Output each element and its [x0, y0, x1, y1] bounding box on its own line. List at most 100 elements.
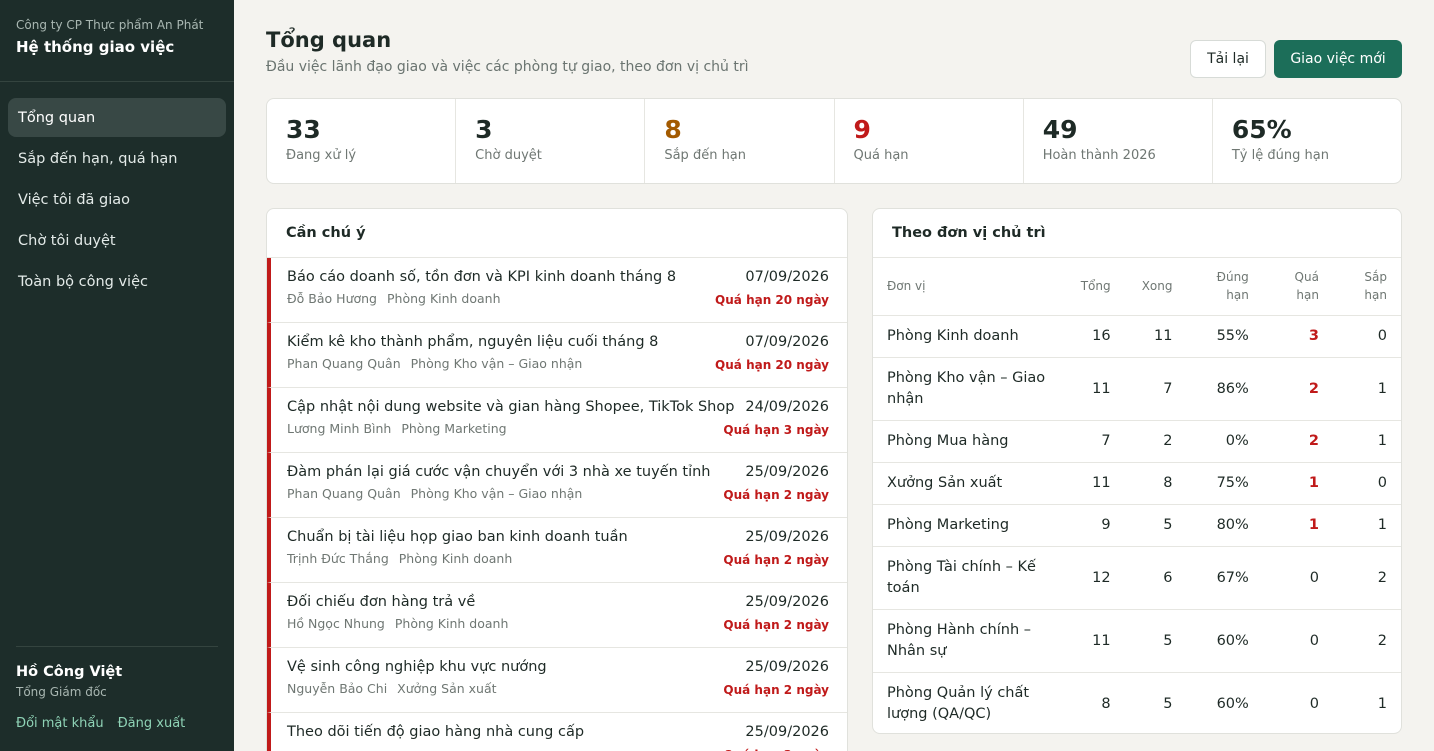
cell-due-soon: 1: [1332, 504, 1401, 547]
cell-overdue: 3: [1262, 315, 1333, 358]
cell-overdue: 0: [1262, 546, 1333, 610]
task-due-date: 25/09/2026: [745, 724, 829, 740]
task-item[interactable]: Chuẩn bị tài liệu họp giao ban kinh doan…: [267, 518, 847, 583]
task-item[interactable]: Vệ sinh công nghiệp khu vực nướng Nguyễn …: [267, 648, 847, 713]
task-assignee: Hồ Ngọc Nhung: [287, 616, 385, 631]
cell-ontime: 60%: [1186, 609, 1263, 673]
cell-ontime: 80%: [1186, 504, 1263, 547]
cell-done: 5: [1124, 609, 1187, 673]
cell-unit: Phòng Kinh doanh: [873, 315, 1061, 358]
task-overdue-badge: Quá hạn 2 ngày: [723, 488, 829, 502]
user-name: Hồ Công Việt: [16, 664, 123, 680]
task-overdue-badge: Quá hạn 2 ngày: [723, 683, 829, 697]
cell-done: 7: [1124, 357, 1187, 421]
user-role: Tổng Giám đốc: [16, 685, 107, 699]
stat-awaiting-approval: 3 Chờ duyệt: [456, 99, 646, 183]
sidebar-nav: Tổng quan Sắp đến hạn, quá hạn Việc tôi …: [0, 82, 234, 319]
col-unit[interactable]: Đơn vị: [873, 258, 1061, 316]
col-due-soon[interactable]: Sắp hạn: [1332, 258, 1401, 316]
task-due-date: 25/09/2026: [745, 464, 829, 480]
page-title: Tổng quan: [266, 28, 392, 52]
col-ontime[interactable]: Đúng hạn: [1186, 258, 1263, 316]
cell-ontime: 0%: [1186, 420, 1263, 463]
cell-done: 8: [1124, 462, 1187, 505]
cell-unit: Phòng Hành chính – Nhân sự: [873, 609, 1061, 673]
cell-due-soon: 0: [1332, 315, 1401, 358]
col-ontime-line1: Đúng: [1216, 270, 1249, 285]
task-assignee: Đỗ Bảo Hương: [287, 291, 377, 306]
cell-overdue: 1: [1262, 462, 1333, 505]
col-ontime-line2: hạn: [1226, 288, 1249, 303]
cell-overdue: 2: [1262, 357, 1333, 421]
change-password-link[interactable]: Đổi mật khẩu: [16, 716, 104, 731]
cell-due-soon: 1: [1332, 420, 1401, 463]
cell-total: 11: [1060, 357, 1125, 421]
cell-due-soon: 0: [1332, 462, 1401, 505]
task-due-date: 25/09/2026: [745, 659, 829, 675]
task-department: Phòng Kho vận – Giao nhận: [410, 356, 583, 371]
table-row[interactable]: Phòng Marketing 9 5 80% 1 1: [873, 504, 1401, 547]
table-row[interactable]: Phòng Tài chính – Kế toán 12 6 67% 0 2: [873, 546, 1401, 610]
sidebar-item-overview[interactable]: Tổng quan: [8, 98, 226, 137]
cell-overdue: 2: [1262, 420, 1333, 463]
stat-in-progress: 33 Đang xử lý: [267, 99, 457, 183]
table-row[interactable]: Phòng Kho vận – Giao nhận 11 7 86% 2 1: [873, 357, 1401, 421]
new-task-button[interactable]: Giao việc mới: [1274, 40, 1402, 78]
sidebar-item-all-tasks[interactable]: Toàn bộ công việc: [8, 262, 226, 301]
stat-completed: 49 Hoàn thành 2026: [1024, 99, 1213, 183]
table-row[interactable]: Phòng Mua hàng 7 2 0% 2 1: [873, 420, 1401, 463]
stat-value: 65%: [1231, 115, 1292, 144]
col-total[interactable]: Tổng: [1060, 258, 1125, 316]
cell-unit: Phòng Tài chính – Kế toán: [873, 546, 1061, 610]
cell-unit: Phòng Kho vận – Giao nhận: [873, 357, 1061, 421]
attention-title: Cần chú ý: [267, 209, 847, 258]
company-name: Công ty CP Thực phẩm An Phát: [16, 18, 204, 32]
cell-ontime: 75%: [1186, 462, 1263, 505]
task-due-date: 07/09/2026: [745, 269, 829, 285]
user-links: Đổi mật khẩu Đăng xuất: [16, 716, 218, 731]
task-assignee: Trịnh Đức Thắng: [287, 551, 389, 566]
task-item[interactable]: Đối chiếu đơn hàng trả về Hồ Ngọc Nhung Ph…: [267, 583, 847, 648]
sidebar-item-due-overdue[interactable]: Sắp đến hạn, quá hạn: [8, 139, 226, 178]
cell-done: 6: [1124, 546, 1187, 610]
stat-value: 49: [1042, 115, 1078, 144]
main-content: Tổng quan Đầu việc lãnh đạo giao và việc…: [234, 0, 1434, 751]
cell-total: 16: [1060, 315, 1125, 358]
stat-overdue: 9 Quá hạn: [835, 99, 1024, 183]
col-overdue[interactable]: Quá hạn: [1262, 258, 1333, 316]
task-due-date: 07/09/2026: [745, 334, 829, 350]
cell-ontime: 67%: [1186, 546, 1263, 610]
stats-bar: 33 Đang xử lý 3 Chờ duyệt 8 Sắp đến hạn …: [266, 98, 1402, 184]
cell-total: 7: [1060, 420, 1125, 463]
table-row[interactable]: Phòng Quản lý chất lượng (QA/QC) 8 5 60% 0 1: [873, 672, 1401, 733]
cell-total: 11: [1060, 609, 1125, 673]
task-item[interactable]: Đàm phán lại giá cước vận chuyển với 3 n…: [267, 453, 847, 518]
task-overdue-badge: Quá hạn 20 ngày: [715, 293, 829, 307]
task-due-date: 24/09/2026: [745, 399, 829, 415]
table-row[interactable]: Xưởng Sản xuất 11 8 75% 1 0: [873, 462, 1401, 505]
task-item[interactable]: Kiểm kê kho thành phẩm, nguyên liệu cuối…: [267, 323, 847, 388]
sidebar-item-assigned-by-me[interactable]: Việc tôi đã giao: [8, 180, 226, 219]
cell-done: 5: [1124, 672, 1187, 733]
cell-ontime: 86%: [1186, 357, 1263, 421]
stat-label: Quá hạn: [853, 148, 909, 163]
logout-link[interactable]: Đăng xuất: [118, 716, 186, 731]
task-item[interactable]: Báo cáo doanh số, tồn đơn và KPI kinh do…: [267, 258, 847, 323]
task-item[interactable]: Theo dõi tiến độ giao hàng nhà cung cấp 2…: [267, 713, 847, 751]
col-done[interactable]: Xong: [1124, 258, 1187, 316]
cell-unit: Phòng Quản lý chất lượng (QA/QC): [873, 672, 1061, 733]
task-overdue-badge: Quá hạn 20 ngày: [715, 358, 829, 372]
table-row[interactable]: Phòng Hành chính – Nhân sự 11 5 60% 0 2: [873, 609, 1401, 673]
task-department: Phòng Marketing: [401, 421, 507, 436]
units-table-body: Phòng Kinh doanh 16 11 55% 3 0 Phòng Kho vận –…: [873, 315, 1401, 733]
col-soon-line2: hạn: [1364, 288, 1387, 303]
reload-button[interactable]: Tải lại: [1190, 40, 1266, 78]
task-overdue-badge: Quá hạn 2 ngày: [723, 553, 829, 567]
cell-done: 11: [1124, 315, 1187, 358]
system-name: Hệ thống giao việc: [16, 38, 175, 56]
cell-due-soon: 2: [1332, 609, 1401, 673]
task-item[interactable]: Cập nhật nội dung website và gian hàng S…: [267, 388, 847, 453]
sidebar-item-awaiting-approval[interactable]: Chờ tôi duyệt: [8, 221, 226, 260]
task-due-date: 25/09/2026: [745, 594, 829, 610]
table-row[interactable]: Phòng Kinh doanh 16 11 55% 3 0: [873, 315, 1401, 358]
